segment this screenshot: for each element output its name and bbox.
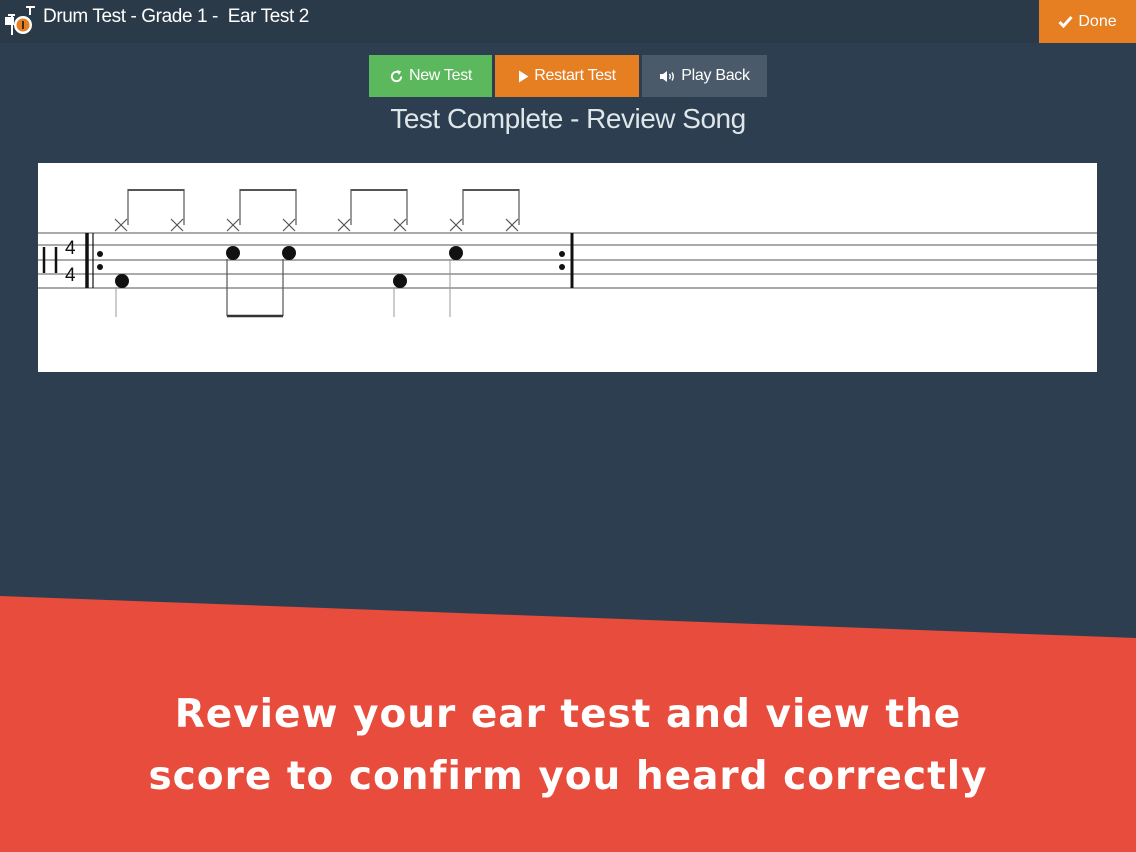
promo-banner-text: Review your ear test and view the score … <box>0 684 1136 808</box>
promo-line-1: Review your ear test and view the <box>174 692 962 737</box>
promo-line-2: score to confirm you heard correctly <box>148 754 988 799</box>
